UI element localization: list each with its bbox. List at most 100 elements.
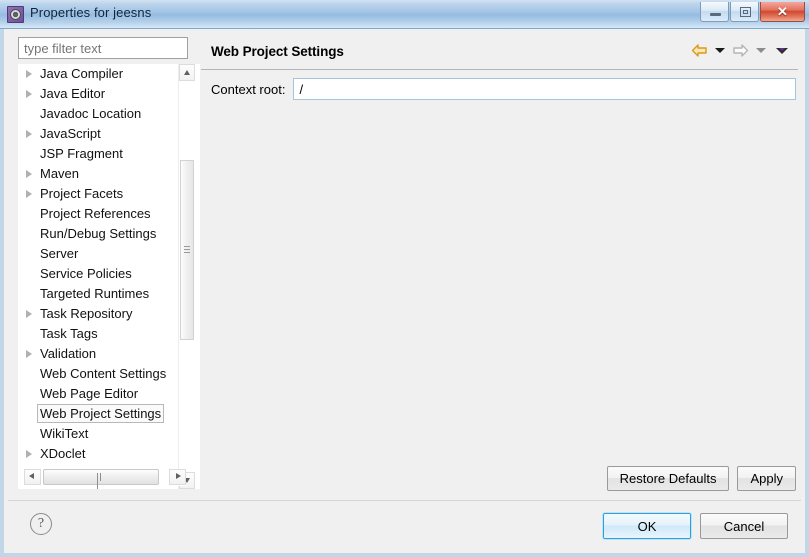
properties-dialog-window: Properties for jeesns ✕ Java CompilerJav… <box>0 0 809 557</box>
tree-vertical-scrollbar[interactable] <box>178 64 195 489</box>
tree-item-label: Java Compiler <box>40 66 124 81</box>
tree-item-label: Web Page Editor <box>40 386 139 401</box>
dialog-body: Java Compiler Java Editor Javadoc Location… <box>0 29 809 557</box>
expand-arrow-icon[interactable] <box>26 90 32 98</box>
tree-item[interactable]: Web Content Settings <box>18 364 178 384</box>
close-icon: ✕ <box>777 3 788 19</box>
settings-tree: Java Compiler Java Editor Javadoc Location… <box>18 64 200 489</box>
tree-item[interactable]: Project Facets <box>18 184 178 204</box>
vertical-scrollbar-thumb[interactable] <box>180 160 194 340</box>
tree-horizontal-scrollbar[interactable] <box>24 469 186 489</box>
tree-item[interactable]: JSP Fragment <box>18 144 178 164</box>
tree-item-label: Service Policies <box>40 266 132 281</box>
tree-item[interactable]: Web Project Settings <box>18 404 178 424</box>
tree-item-label: Web Project Settings <box>37 404 165 423</box>
tree-item[interactable]: Run/Debug Settings <box>18 224 178 244</box>
dialog-footer: ? OK Cancel <box>8 500 801 549</box>
scroll-right-button[interactable] <box>169 469 186 485</box>
tree-item[interactable]: Maven <box>18 164 178 184</box>
tree-item-label: Server <box>40 246 79 261</box>
scrollbar-grip-icon <box>184 246 190 254</box>
expand-arrow-icon[interactable] <box>26 70 32 78</box>
settings-page-pane: Web Project Settings Context root: / Res… <box>198 33 801 493</box>
window-title: Properties for jeesns <box>30 5 152 20</box>
restore-defaults-button[interactable]: Restore Defaults <box>606 466 730 491</box>
tree-item[interactable]: Java Compiler <box>18 64 178 84</box>
filter-input[interactable] <box>18 37 188 59</box>
horizontal-scrollbar-thumb[interactable] <box>43 469 159 489</box>
tree-item-label: JSP Fragment <box>40 146 123 161</box>
page-action-buttons: Restore Defaults Apply <box>606 466 796 491</box>
back-arrow-icon[interactable] <box>691 43 708 58</box>
tree-item[interactable]: Validation <box>18 344 178 364</box>
view-menu-icon[interactable] <box>776 47 788 54</box>
tree-item-label: Java Editor <box>40 86 106 101</box>
expand-arrow-icon[interactable] <box>26 450 32 458</box>
tree-item[interactable]: XDoclet <box>18 444 178 464</box>
page-header-divider <box>201 69 798 70</box>
expand-arrow-icon[interactable] <box>26 350 32 358</box>
tree-item-label: WikiText <box>40 426 89 441</box>
close-button[interactable]: ✕ <box>760 2 805 22</box>
expand-arrow-icon[interactable] <box>26 170 32 178</box>
scroll-left-button[interactable] <box>24 469 41 485</box>
tree-item-label: Web Content Settings <box>40 366 167 381</box>
maximize-button[interactable] <box>730 2 759 22</box>
ok-button[interactable]: OK <box>602 512 692 540</box>
tree-item[interactable]: Task Tags <box>18 324 178 344</box>
tree-item-label: Javadoc Location <box>40 106 142 121</box>
chevron-left-icon <box>29 473 34 479</box>
context-root-label: Context root: <box>211 81 286 97</box>
tree-item[interactable]: WikiText <box>18 424 178 444</box>
title-bar: Properties for jeesns ✕ <box>0 0 809 29</box>
tree-item-label: Task Repository <box>40 306 133 321</box>
eclipse-properties-icon <box>7 6 24 23</box>
tree-item-label: Run/Debug Settings <box>40 226 157 241</box>
expand-arrow-icon[interactable] <box>26 190 32 198</box>
settings-tree-pane: Java Compiler Java Editor Javadoc Location… <box>12 33 200 493</box>
tree-item[interactable]: Java Editor <box>18 84 178 104</box>
forward-arrow-icon <box>732 43 749 58</box>
minimize-button[interactable] <box>700 2 729 22</box>
page-title: Web Project Settings <box>211 44 344 59</box>
forward-dropdown-icon <box>756 48 766 53</box>
cancel-button[interactable]: Cancel <box>700 513 788 539</box>
tree-item[interactable]: Server <box>18 244 178 264</box>
tree-item-label: Project References <box>40 206 151 221</box>
maximize-icon <box>740 7 751 17</box>
tree-item[interactable]: Targeted Runtimes <box>18 284 178 304</box>
tree-item-label: Task Tags <box>40 326 98 341</box>
tree-item-label: Validation <box>40 346 97 361</box>
context-root-input[interactable] <box>293 78 796 100</box>
tree-item[interactable]: Project References <box>18 204 178 224</box>
dialog-action-buttons: OK Cancel <box>602 512 788 540</box>
expand-arrow-icon[interactable] <box>26 310 32 318</box>
tree-item[interactable]: JavaScript <box>18 124 178 144</box>
minimize-icon <box>710 13 721 16</box>
tree-item[interactable]: Task Repository <box>18 304 178 324</box>
scrollbar-grip-icon <box>97 473 105 489</box>
tree-item-label: JavaScript <box>40 126 101 141</box>
tree-item-label: Project Facets <box>40 186 124 201</box>
scroll-up-button[interactable] <box>179 64 195 81</box>
expand-arrow-icon[interactable] <box>26 130 32 138</box>
chevron-right-icon <box>176 473 181 479</box>
tree-item-label: Targeted Runtimes <box>40 286 150 301</box>
help-icon[interactable]: ? <box>30 513 52 535</box>
tree-item[interactable]: Service Policies <box>18 264 178 284</box>
chevron-up-icon <box>184 70 190 75</box>
settings-tree-list: Java Compiler Java Editor Javadoc Location… <box>18 64 178 469</box>
back-dropdown-icon[interactable] <box>715 48 725 53</box>
apply-button[interactable]: Apply <box>737 466 796 491</box>
tree-item[interactable]: Javadoc Location <box>18 104 178 124</box>
tree-item[interactable]: Web Page Editor <box>18 384 178 404</box>
